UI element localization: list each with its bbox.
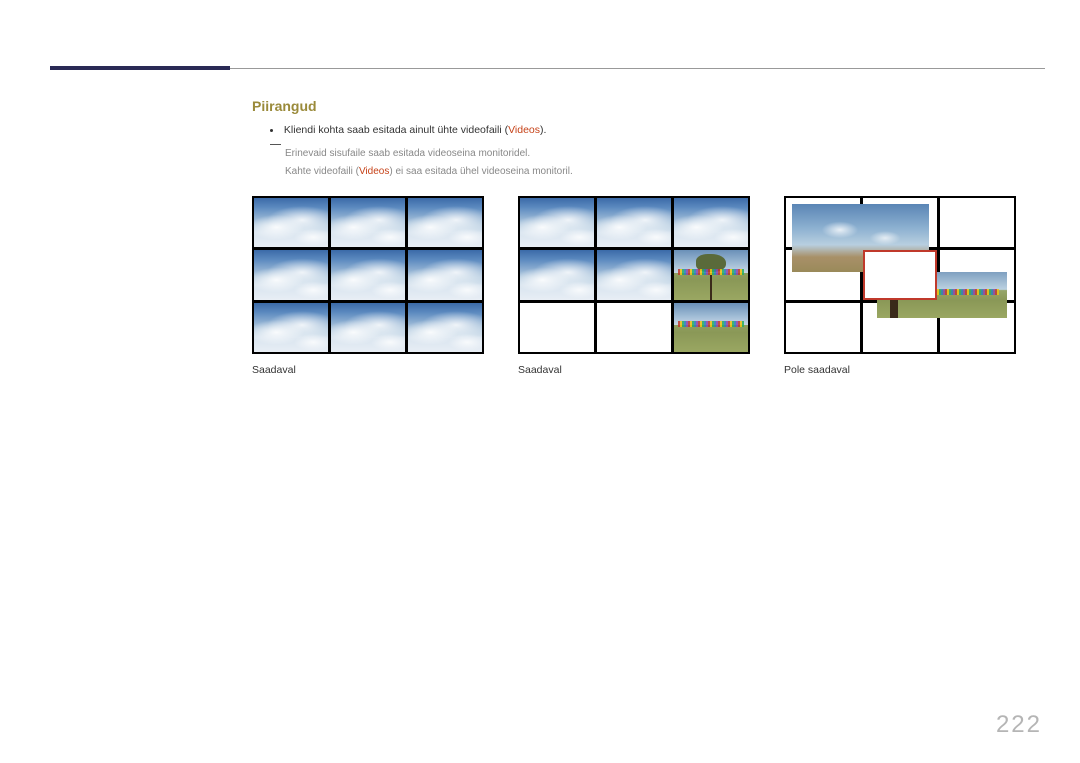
grid-cell xyxy=(408,303,482,352)
bullet-item: Kliendi kohta saab esitada ainult ühte v… xyxy=(270,124,546,136)
grid-cell xyxy=(786,303,860,352)
grid-cell xyxy=(520,250,594,299)
grid-cell xyxy=(520,198,594,247)
grid-cell xyxy=(520,303,594,352)
grid-cell xyxy=(331,250,405,299)
grid-cell xyxy=(254,198,328,247)
figure-2-grid xyxy=(518,196,750,354)
bullet-icon xyxy=(270,129,273,132)
figure-1: Saadaval xyxy=(252,196,484,376)
figure-3-caption: Pole saadaval xyxy=(784,364,1016,376)
header-accent-bar xyxy=(50,66,230,70)
bullet-text-em: Videos xyxy=(508,124,540,136)
page-number: 222 xyxy=(996,711,1042,739)
grid-cell xyxy=(674,303,748,352)
figures-row: Saadaval Saadaval xyxy=(252,196,1016,376)
tree-icon xyxy=(710,273,713,300)
grid-cell xyxy=(597,250,671,299)
note-line-1: Erinevaid sisufaile saab esitada videose… xyxy=(285,148,530,159)
section-heading: Piirangud xyxy=(252,98,317,114)
grid-cell-conflict xyxy=(863,250,937,299)
bullet-text-prefix: Kliendi kohta saab esitada ainult ühte v… xyxy=(284,124,508,136)
grid-cell xyxy=(674,198,748,247)
grid-cell xyxy=(331,303,405,352)
grid-cell xyxy=(597,303,671,352)
grid-cell xyxy=(674,250,748,299)
figure-1-caption: Saadaval xyxy=(252,364,484,376)
figure-3-grid xyxy=(784,196,1016,354)
grid-cell xyxy=(408,250,482,299)
note2-prefix: Kahte videofaili ( xyxy=(285,166,359,177)
figure-2: Saadaval xyxy=(518,196,750,376)
grid-cell xyxy=(331,198,405,247)
figure-1-grid xyxy=(252,196,484,354)
figure-2-caption: Saadaval xyxy=(518,364,750,376)
bullet-text-suffix: ). xyxy=(540,124,546,136)
note2-suffix: ) ei saa esitada ühel videoseina monitor… xyxy=(389,166,572,177)
grid-cell xyxy=(597,198,671,247)
grid-cell xyxy=(940,198,1014,247)
grid-cell xyxy=(408,198,482,247)
note-dash-icon xyxy=(270,144,281,145)
note-line-2: Kahte videofaili (Videos) ei saa esitada… xyxy=(285,166,573,177)
grid-cell xyxy=(254,303,328,352)
figure-3: Pole saadaval xyxy=(784,196,1016,376)
note2-em: Videos xyxy=(359,166,389,177)
tree-crown-icon xyxy=(696,254,726,271)
grid-cell xyxy=(254,250,328,299)
